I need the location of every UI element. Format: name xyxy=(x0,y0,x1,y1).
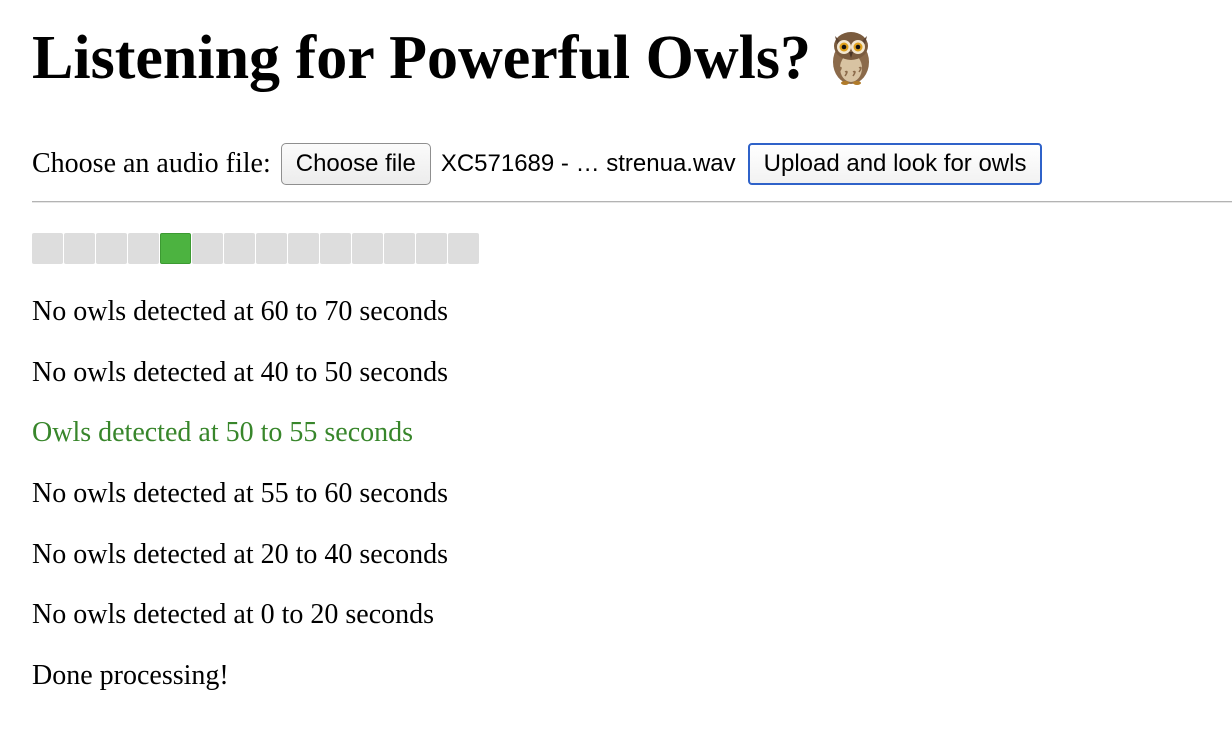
progress-segment xyxy=(128,233,159,264)
progress-segment xyxy=(416,233,447,264)
result-line: No owls detected at 55 to 60 seconds xyxy=(32,478,449,510)
page: Listening for Powerful Owls? Choose an a… xyxy=(0,0,1232,754)
result-line: Done processing! xyxy=(32,660,229,692)
progress-segment-active xyxy=(160,233,191,264)
choose-file-button[interactable]: Choose file xyxy=(280,143,431,185)
progress-segment xyxy=(224,233,255,264)
owl-icon xyxy=(825,26,877,106)
page-title-text: Listening for Powerful Owls? xyxy=(32,24,811,92)
divider xyxy=(32,201,1232,203)
progress-segment xyxy=(288,233,319,264)
progress-segment xyxy=(320,233,351,264)
progress-segment xyxy=(352,233,383,264)
upload-button[interactable]: Upload and look for owls xyxy=(747,143,1043,185)
result-line: No owls detected at 40 to 50 seconds xyxy=(32,356,449,388)
progress-segment xyxy=(448,233,479,264)
progress-segment xyxy=(256,233,287,264)
progress-segment xyxy=(32,233,63,264)
progress-segment xyxy=(384,233,415,264)
selected-file-name: XC571689 - … strenua.wav xyxy=(440,150,736,177)
file-input-label: Choose an audio file: xyxy=(32,148,271,179)
progress-segment xyxy=(192,233,223,264)
result-line: No owls detected at 20 to 40 seconds xyxy=(32,538,449,570)
progress-segment xyxy=(96,233,127,264)
processing-progress xyxy=(32,233,479,264)
result-line: No owls detected at 60 to 70 seconds xyxy=(32,296,449,327)
results-list: No owls detected at 60 to 70 seconds No o… xyxy=(32,290,448,715)
progress-segment xyxy=(64,233,95,264)
result-line: No owls detected at 0 to 20 seconds xyxy=(32,599,435,631)
page-title: Listening for Powerful Owls? xyxy=(32,18,877,106)
result-owl-detected: Owls detected at 50 to 55 seconds xyxy=(32,417,414,449)
upload-form: Choose an audio file: Choose file XC5716… xyxy=(32,142,1043,186)
